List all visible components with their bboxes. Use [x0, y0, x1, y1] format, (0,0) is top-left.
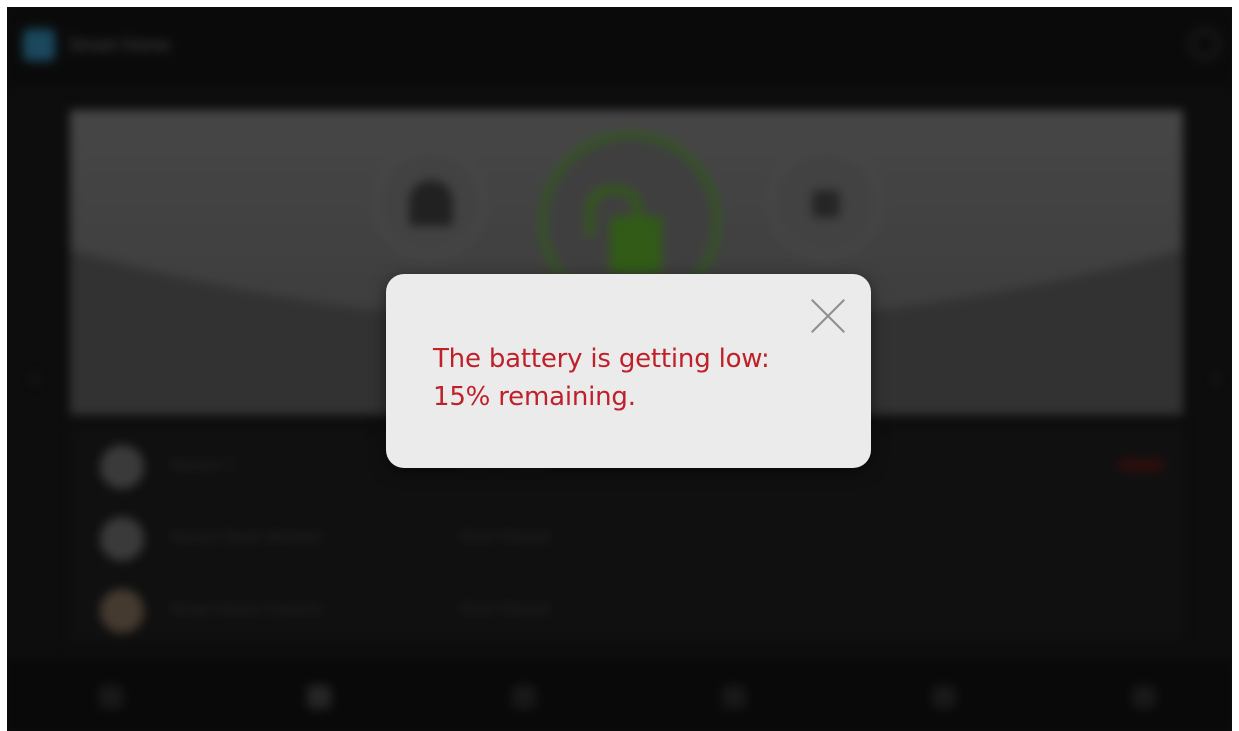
battery-alert-message: The battery is getting low: 15% remainin…: [433, 344, 770, 412]
close-icon[interactable]: [808, 296, 848, 336]
battery-alert-dialog: The battery is getting low: 15% remainin…: [386, 274, 871, 468]
